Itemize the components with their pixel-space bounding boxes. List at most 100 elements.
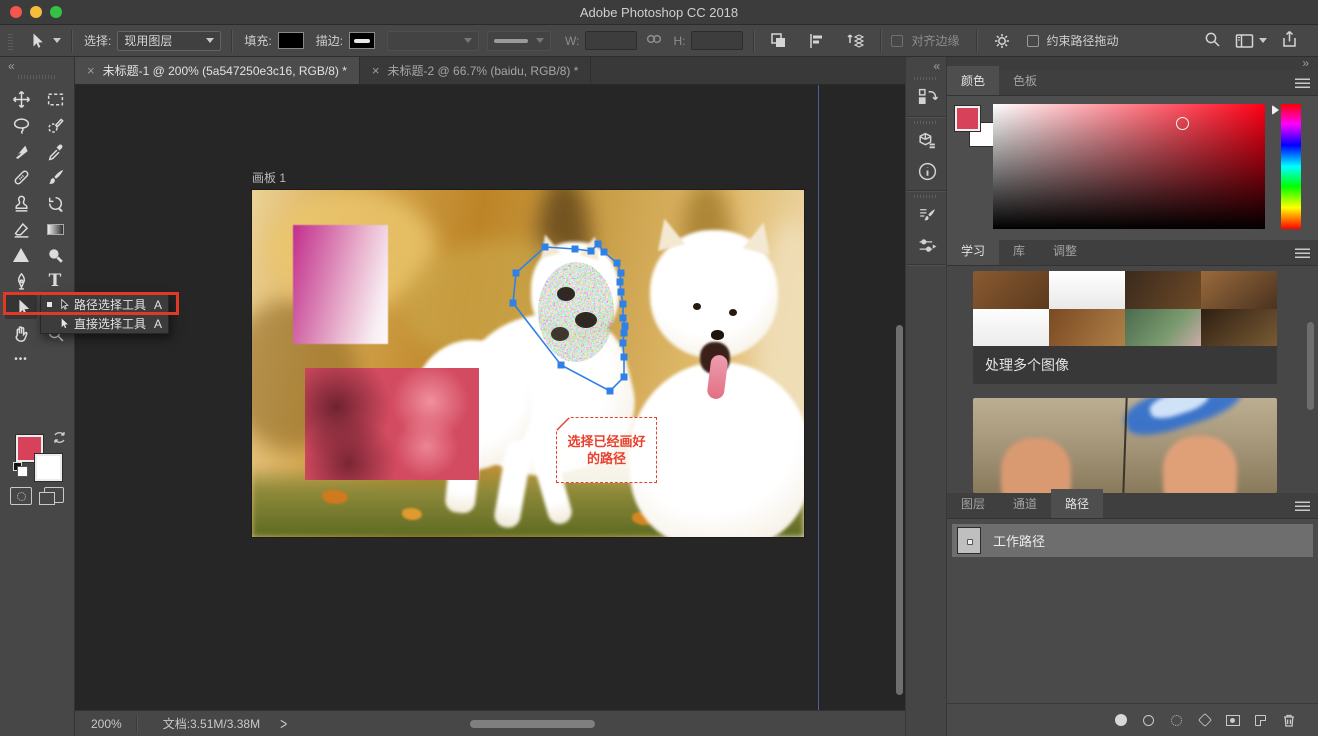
quick-selection-tool[interactable] (39, 113, 71, 137)
path-arrangement-button[interactable] (840, 29, 870, 53)
workspace-switcher-icon[interactable] (1235, 33, 1267, 49)
stroke-path-icon[interactable] (1141, 713, 1156, 728)
panel-foreground-swatch[interactable] (955, 106, 980, 131)
fill-path-icon[interactable] (1113, 713, 1128, 728)
tab-channels[interactable]: 通道 (999, 489, 1051, 518)
path-anchor-point[interactable] (617, 279, 624, 286)
tab-paths[interactable]: 路径 (1051, 489, 1103, 518)
make-work-path-icon[interactable] (1197, 713, 1212, 728)
path-anchor-point[interactable] (595, 241, 602, 248)
share-icon[interactable] (1281, 30, 1298, 51)
rectangular-marquee-tool[interactable] (39, 87, 71, 111)
path-anchor-point[interactable] (622, 323, 629, 330)
flyout-item-path-selection[interactable]: 路径选择工具 A (41, 295, 168, 314)
tab-color[interactable]: 颜色 (947, 66, 999, 95)
dodge-tool[interactable] (39, 243, 71, 267)
lasso-tool[interactable] (5, 113, 37, 137)
saturation-field[interactable] (993, 104, 1265, 229)
delete-path-icon[interactable] (1281, 713, 1296, 728)
path-anchor-point[interactable] (620, 301, 627, 308)
vertical-scrollbar[interactable] (896, 325, 903, 695)
brush-tool[interactable] (39, 165, 71, 189)
pen-tool[interactable] (5, 269, 37, 293)
work-path-row[interactable]: 工作路径 (952, 524, 1313, 557)
link-dimensions-icon[interactable] (645, 32, 663, 49)
eyedropper-tool[interactable] (39, 139, 71, 163)
new-path-icon[interactable] (1253, 713, 1268, 728)
search-icon[interactable] (1203, 30, 1221, 51)
path-anchor-point[interactable] (620, 340, 627, 347)
load-path-as-selection-icon[interactable] (1169, 713, 1184, 728)
path-operations-button[interactable] (764, 29, 794, 53)
background-color-swatch[interactable] (35, 454, 62, 481)
path-anchor-point[interactable] (542, 244, 549, 251)
path-anchor-point[interactable] (621, 374, 628, 381)
path-anchor-point[interactable] (621, 330, 628, 337)
brush-settings-panel-icon[interactable] (906, 200, 948, 230)
select-mode-dropdown[interactable]: 现用图层 (117, 31, 221, 51)
tab-adjustments[interactable]: 调整 (1039, 236, 1091, 265)
swap-colors-icon[interactable] (52, 430, 67, 448)
history-panel-icon[interactable] (906, 82, 948, 112)
path-anchor-point[interactable] (614, 260, 621, 267)
zoom-level-field[interactable]: 200% (75, 717, 136, 731)
shape-width-input[interactable] (585, 31, 637, 50)
artboard[interactable]: 选择已经画好 的路径 (252, 190, 804, 537)
brushes-panel-icon[interactable] (906, 230, 948, 260)
quick-mask-button[interactable] (10, 487, 32, 505)
default-colors-icon[interactable] (13, 462, 22, 471)
tutorial-card-2[interactable] (973, 398, 1277, 493)
constrain-path-drag-checkbox[interactable] (1027, 35, 1039, 47)
slice-tool[interactable] (5, 139, 37, 163)
path-anchor-point[interactable] (572, 246, 579, 253)
path-anchor-point[interactable] (621, 354, 628, 361)
panel-menu-icon[interactable] (1295, 78, 1310, 88)
document-tab-1[interactable]: × 未标题-1 @ 200% (5a547250e3c16, RGB/8) * (75, 57, 360, 84)
tutorial-card-1[interactable]: 处理多个图像 (973, 271, 1277, 384)
path-anchor-point[interactable] (513, 270, 520, 277)
add-mask-icon[interactable] (1225, 713, 1240, 728)
edit-toolbar-button[interactable]: ••• (5, 347, 37, 371)
close-tab-icon[interactable]: × (87, 63, 95, 78)
panel-menu-icon[interactable] (1295, 248, 1310, 258)
path-anchor-point[interactable] (620, 315, 627, 322)
healing-brush-tool[interactable] (5, 165, 37, 189)
fill-swatch[interactable] (278, 32, 304, 49)
artboard-label[interactable]: 画板 1 (252, 169, 286, 186)
work-path-line[interactable] (513, 244, 625, 391)
move-tool[interactable] (5, 87, 37, 111)
flyout-item-direct-selection[interactable]: 直接选择工具 A (41, 314, 168, 333)
close-tab-icon[interactable]: × (372, 63, 380, 78)
eraser-tool[interactable] (5, 217, 37, 241)
hue-ramp[interactable] (1281, 104, 1301, 229)
expand-panels-icon[interactable]: « (933, 59, 939, 73)
screen-mode-button[interactable] (44, 487, 64, 503)
tool-preset-chevron-icon[interactable] (53, 38, 61, 43)
path-alignment-button[interactable] (802, 29, 832, 53)
path-selection-tool[interactable] (5, 295, 37, 319)
gradient-tool[interactable] (39, 217, 71, 241)
path-thumbnail[interactable] (957, 527, 981, 554)
color-picker-ring[interactable] (1176, 117, 1189, 130)
3d-panel-icon[interactable] (906, 126, 948, 156)
tab-libraries[interactable]: 库 (999, 236, 1039, 265)
path-anchor-point[interactable] (601, 249, 608, 256)
current-tool-preview[interactable] (21, 29, 51, 53)
path-anchor-point[interactable] (588, 248, 595, 255)
sharpen-tool[interactable] (5, 243, 37, 267)
path-anchor-point[interactable] (558, 362, 565, 369)
stroke-swatch[interactable] (349, 32, 375, 49)
tab-layers[interactable]: 图层 (947, 489, 999, 518)
path-anchor-point[interactable] (618, 289, 625, 296)
collapse-tools-icon[interactable]: « (8, 59, 14, 73)
shape-height-input[interactable] (691, 31, 743, 50)
collapse-panels-icon[interactable]: » (1302, 56, 1308, 70)
path-anchor-point[interactable] (607, 388, 614, 395)
gear-icon[interactable] (987, 29, 1017, 53)
path-anchor-point[interactable] (618, 270, 625, 277)
clone-stamp-tool[interactable] (5, 191, 37, 215)
work-path-overlay[interactable] (252, 190, 804, 537)
tab-swatches[interactable]: 色板 (999, 66, 1051, 95)
info-panel-icon[interactable] (906, 156, 948, 186)
hand-tool[interactable] (5, 321, 37, 345)
